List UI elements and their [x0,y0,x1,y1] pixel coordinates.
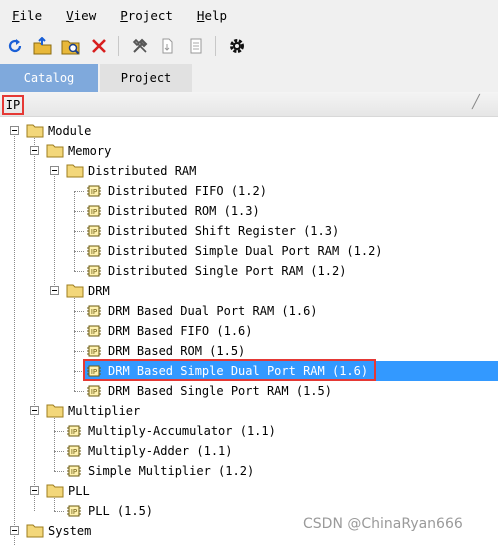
ip-header: IP ╱ [0,92,498,117]
svg-text:IP: IP [91,228,97,236]
tree-connector [74,191,84,192]
tree-item-ip[interactable]: IP DRM Based ROM (1.5) [0,341,498,361]
open-folder-icon[interactable] [30,33,56,59]
menu-project[interactable]: Project [120,8,173,23]
menu-bar: File View Project Help [0,0,498,30]
svg-text:IP: IP [91,388,97,396]
ip-core-icon: IP [67,445,81,457]
search-folder-icon[interactable] [58,33,84,59]
edit-icon[interactable]: ╱ [472,95,480,110]
tree-node-multiplier[interactable]: Multiplier [0,401,498,421]
folder-icon [46,144,64,158]
collapse-toggle[interactable] [50,286,59,295]
export-icon[interactable] [155,33,181,59]
tree-node-distributed-ram[interactable]: Distributed RAM [0,161,498,181]
document-icon[interactable] [183,33,209,59]
ip-core-icon: IP [87,205,101,217]
ip-core-icon: IP [87,345,101,357]
menu-file[interactable]: File [12,8,42,23]
ip-core-icon: IP [87,225,101,237]
delete-icon[interactable] [86,33,112,59]
tree-connector [74,251,84,252]
svg-text:IP: IP [91,268,97,276]
tree-item-ip[interactable]: IP Distributed ROM (1.3) [0,201,498,221]
svg-text:IP: IP [71,428,77,436]
toolbar-separator [215,36,216,56]
ip-catalog-tree: Module Memory Distributed RAM IP Distrib… [0,116,498,545]
tree-connector [54,451,64,452]
tree-connector [54,511,64,512]
tree-connector [74,391,84,392]
folder-icon [26,124,44,138]
tree-node-memory[interactable]: Memory [0,141,498,161]
collapse-toggle[interactable] [30,406,39,415]
ip-core-icon: IP [87,385,101,397]
svg-text:IP: IP [91,188,97,196]
tree-connector [54,431,64,432]
tree-item-ip[interactable]: IP DRM Based Dual Port RAM (1.6) [0,301,498,321]
svg-text:IP: IP [91,308,97,316]
menu-view[interactable]: View [66,8,96,23]
tab-strip: Catalog Project [0,62,498,92]
svg-text:IP: IP [71,468,77,476]
ip-core-icon: IP [87,245,101,257]
folder-icon [26,524,44,538]
tree-connector [54,471,64,472]
tree-item-ip[interactable]: IP DRM Based Single Port RAM (1.5) [0,381,498,401]
tree-item-ip[interactable]: IP Distributed Simple Dual Port RAM (1.2… [0,241,498,261]
svg-text:IP: IP [91,328,97,336]
build-icon[interactable] [127,33,153,59]
tree-connector [74,331,84,332]
collapse-toggle[interactable] [10,126,19,135]
menu-help[interactable]: Help [197,8,227,23]
tree-connector [74,271,84,272]
ip-core-icon: IP [87,185,101,197]
ip-core-icon: IP [67,505,81,517]
svg-text:IP: IP [91,348,97,356]
ip-core-icon: IP [67,465,81,477]
tab-project[interactable]: Project [100,64,192,92]
annotation-highlight-box [83,359,376,381]
tree-item-ip[interactable]: IP Distributed Shift Register (1.3) [0,221,498,241]
tree-connector [74,351,84,352]
refresh-icon[interactable] [2,33,28,59]
folder-icon [66,164,84,178]
toolbar [0,30,498,62]
tree-item-ip[interactable]: IP Distributed Single Port RAM (1.2) [0,261,498,281]
svg-text:IP: IP [71,508,77,516]
folder-icon [46,484,64,498]
collapse-toggle[interactable] [30,146,39,155]
tree-node-pll[interactable]: PLL [0,481,498,501]
tree-connector [74,231,84,232]
collapse-toggle[interactable] [10,526,19,535]
tree-node-drm[interactable]: DRM [0,281,498,301]
collapse-toggle[interactable] [30,486,39,495]
watermark: CSDN @ChinaRyan666 [303,516,463,532]
tree-connector [74,211,84,212]
ip-core-icon: IP [87,325,101,337]
ip-core-icon: IP [87,265,101,277]
tree-item-ip-selected[interactable]: IP DRM Based Simple Dual Port RAM (1.6) [0,359,498,381]
tree-item-ip[interactable]: IP Simple Multiplier (1.2) [0,461,498,481]
folder-icon [66,284,84,298]
tree-connector [74,311,84,312]
svg-text:IP: IP [71,448,77,456]
ip-label: IP [2,95,24,115]
svg-text:IP: IP [91,248,97,256]
tab-catalog[interactable]: Catalog [0,64,98,92]
tree-item-ip[interactable]: IP DRM Based FIFO (1.6) [0,321,498,341]
collapse-toggle[interactable] [50,166,59,175]
tree-item-ip[interactable]: IP Multiply-Adder (1.1) [0,441,498,461]
settings-icon[interactable] [224,33,250,59]
tree-item-ip[interactable]: IP Multiply-Accumulator (1.1) [0,421,498,441]
tree-node-module[interactable]: Module [0,121,498,141]
ip-core-icon: IP [87,305,101,317]
ip-core-icon: IP [67,425,81,437]
folder-icon [46,404,64,418]
svg-text:IP: IP [91,208,97,216]
toolbar-separator [118,36,119,56]
tree-item-ip[interactable]: IP Distributed FIFO (1.2) [0,181,498,201]
